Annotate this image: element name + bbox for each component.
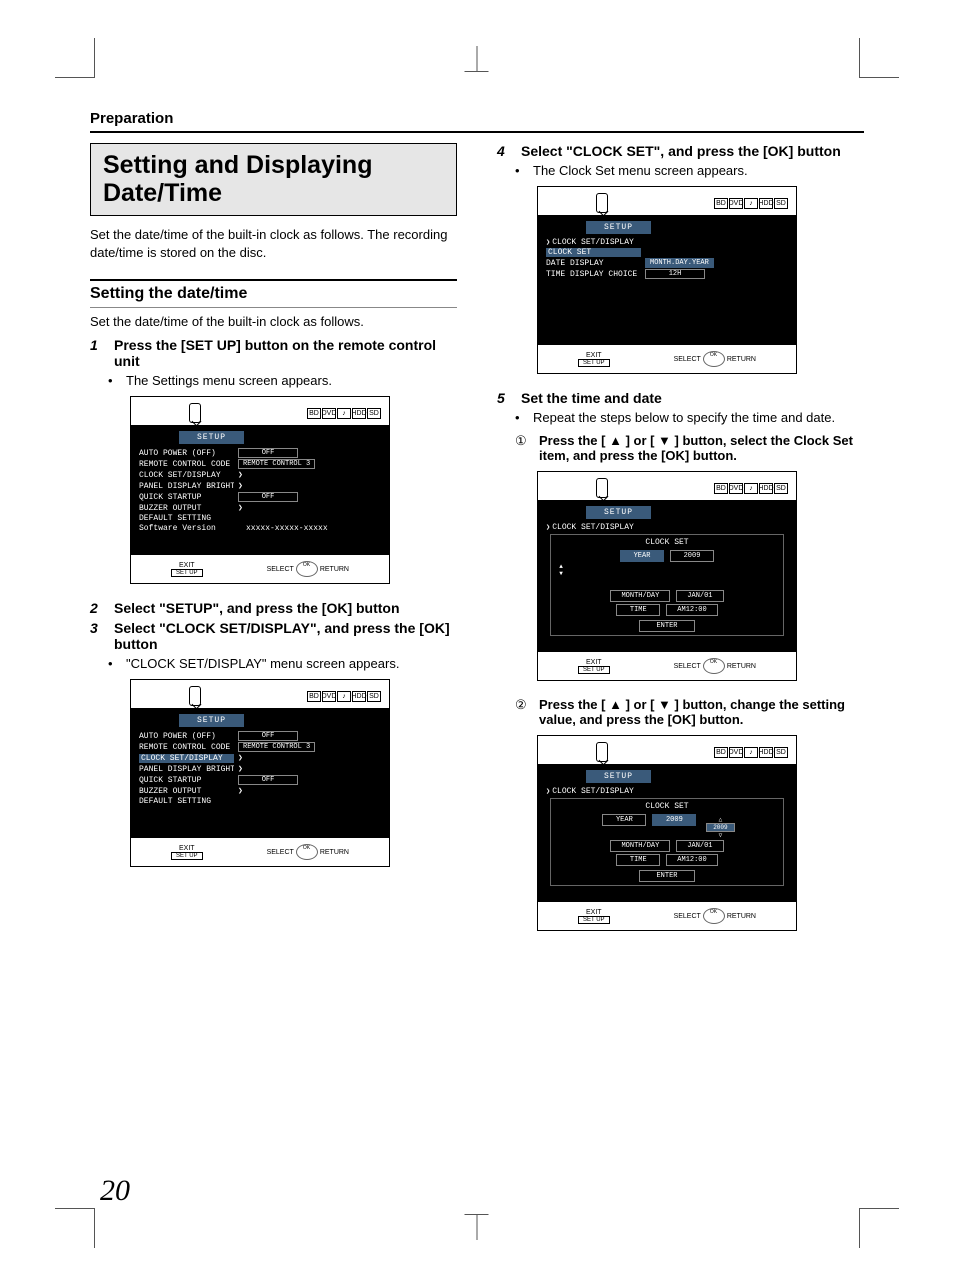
substep-1: ① Press the [ ▲ ] or [ ▼ ] button, selec…: [515, 433, 864, 463]
crop-mark: [55, 38, 95, 78]
osd-screenshot-clock-set: BDDVD♪HDDSD SETUP CLOCK SET/DISPLAY CLOC…: [537, 471, 797, 681]
adjust-spinner-icon: △2009▽: [706, 816, 734, 839]
step-5: 5 Set the time and date: [497, 390, 864, 406]
step-bullet: "CLOCK SET/DISPLAY" menu screen appears.: [108, 656, 457, 671]
crop-mark: [859, 38, 899, 78]
step-3: 3 Select "CLOCK SET/DISPLAY", and press …: [90, 620, 457, 652]
step-number: 1: [90, 337, 104, 369]
step-2: 2 Select "SETUP", and press the [OK] but…: [90, 600, 457, 616]
remote-icon: [189, 403, 201, 423]
crop-mark: [55, 1208, 95, 1248]
osd-screenshot-setup: BDDVD♪HDDSD SETUP AUTO POWER (OFF)OFFREM…: [130, 396, 390, 584]
crop-mark: [859, 1208, 899, 1248]
step-bullet: The Settings menu screen appears.: [108, 373, 457, 388]
page-number: 20: [100, 1174, 130, 1208]
sub-desc: Set the date/time of the built-in clock …: [90, 314, 457, 329]
right-column: 4 Select "CLOCK SET", and press the [OK]…: [497, 143, 864, 947]
remote-icon: [596, 742, 608, 762]
spinner-icon: ▲▼: [556, 563, 566, 589]
step-bullet: Repeat the steps below to specify the ti…: [515, 410, 864, 425]
manual-page: Preparation Setting and Displaying Date/…: [0, 0, 954, 1286]
osd-tab: SETUP: [179, 431, 244, 444]
step-4: 4 Select "CLOCK SET", and press the [OK]…: [497, 143, 864, 159]
section-heading: Preparation: [90, 110, 864, 133]
step-1: 1 Press the [SET UP] button on the remot…: [90, 337, 457, 369]
step-bullet: The Clock Set menu screen appears.: [515, 163, 864, 178]
remote-icon: [596, 478, 608, 498]
step-text: Press the [SET UP] button on the remote …: [114, 337, 457, 369]
osd-footer: EXITSET UP SELECTRETURN: [131, 555, 389, 583]
osd-screenshot-clock-display: BDDVD♪HDDSD SETUP CLOCK SET/DISPLAY CLOC…: [537, 186, 797, 374]
left-column: Setting and Displaying Date/Time Set the…: [90, 143, 457, 947]
crop-mark: [477, 1214, 478, 1240]
joystick-icon: [296, 561, 318, 577]
media-icons: BDDVD♪HDDSD: [307, 408, 381, 419]
osd-screenshot-clock-adjust: BDDVD♪HDDSD SETUP CLOCK SET/DISPLAY CLOC…: [537, 735, 797, 931]
page-title: Setting and Displaying Date/Time: [103, 152, 444, 207]
title-box: Setting and Displaying Date/Time: [90, 143, 457, 216]
remote-icon: [189, 686, 201, 706]
intro-text: Set the date/time of the built-in clock …: [90, 226, 457, 261]
osd-screenshot-setup-hl: BDDVD♪HDDSD SETUP AUTO POWER (OFF)OFFREM…: [130, 679, 390, 867]
remote-icon: [596, 193, 608, 213]
subheading: Setting the date/time: [90, 279, 457, 308]
substep-2: ② Press the [ ▲ ] or [ ▼ ] button, chang…: [515, 697, 864, 727]
crop-mark: [477, 46, 478, 72]
